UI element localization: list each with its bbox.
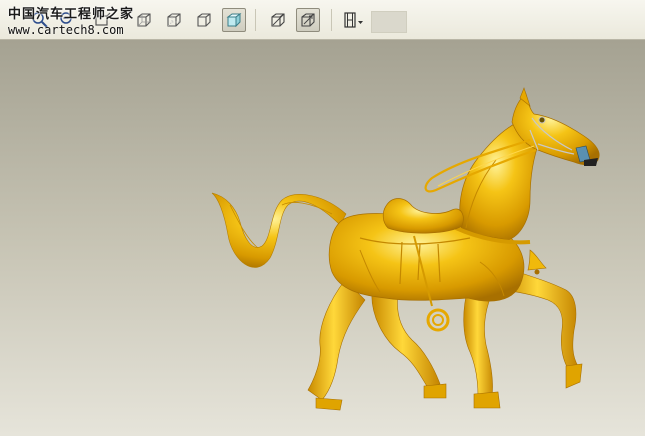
graphics-toolbar: 中国汽车工程师之家 www.cartech8.com [0, 0, 645, 40]
toolbar-separator [331, 9, 332, 31]
named-view-button[interactable] [296, 8, 320, 32]
horse-hind-leg-left [307, 279, 366, 401]
graphics-viewport[interactable] [0, 40, 645, 436]
toolbar-separator [255, 9, 256, 31]
named-view-icon [301, 13, 315, 27]
hidden-line-button[interactable] [162, 8, 186, 32]
film-strip-icon [344, 12, 363, 28]
horse-saddle [382, 198, 464, 234]
watermark: 中国汽车工程师之家 www.cartech8.com [8, 8, 158, 36]
film-strip-button[interactable] [341, 8, 367, 32]
horse-model[interactable] [0, 40, 645, 436]
watermark-title: 中国汽车工程师之家 [8, 7, 135, 22]
shading-button[interactable] [222, 8, 246, 32]
chevron-down-icon [358, 21, 363, 24]
no-hidden-icon [197, 13, 211, 27]
horse-tail [211, 192, 347, 268]
hidden-line-icon [167, 13, 181, 27]
saved-view-button[interactable] [266, 8, 290, 32]
horse-hind-leg-right [371, 289, 441, 389]
shading-icon [226, 13, 242, 28]
view-selector-field[interactable] [371, 11, 407, 33]
horse-front-leg-back [463, 287, 495, 397]
watermark-url: www.cartech8.com [8, 23, 124, 37]
no-hidden-button[interactable] [192, 8, 216, 32]
saved-view-icon [271, 13, 285, 27]
